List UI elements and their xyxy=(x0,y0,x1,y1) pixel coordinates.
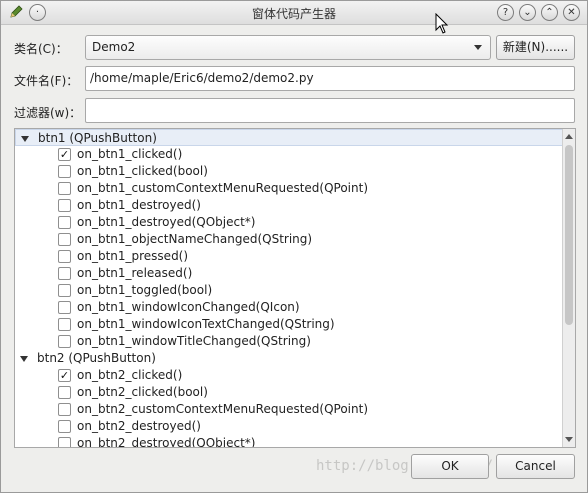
signal-item[interactable]: on_btn2_clicked(bool) xyxy=(15,384,563,401)
signal-item[interactable]: on_btn1_windowIconTextChanged(QString) xyxy=(15,316,563,333)
item-label: on_btn1_windowIconChanged(QIcon) xyxy=(77,300,300,314)
group-label: btn1 (QPushButton) xyxy=(38,131,157,145)
signal-item[interactable]: on_btn1_objectNameChanged(QString) xyxy=(15,231,563,248)
signal-item[interactable]: on_btn1_released() xyxy=(15,265,563,282)
signal-item[interactable]: on_btn1_clicked(bool) xyxy=(15,163,563,180)
group-label: btn2 (QPushButton) xyxy=(37,351,156,365)
item-label: on_btn1_customContextMenuRequested(QPoin… xyxy=(77,181,369,195)
item-label: on_btn1_windowIconTextChanged(QString) xyxy=(77,317,335,331)
dropdown-arrow-icon xyxy=(474,45,482,50)
signal-item[interactable]: on_btn2_destroyed() xyxy=(15,418,563,435)
item-checkbox[interactable] xyxy=(58,267,71,280)
item-checkbox[interactable] xyxy=(58,165,71,178)
file-name-label: 文件名(F)： xyxy=(14,74,79,88)
scroll-down-arrow-icon[interactable] xyxy=(565,437,573,442)
item-label: on_btn1_clicked(bool) xyxy=(77,164,208,178)
expand-triangle-icon[interactable] xyxy=(21,136,29,142)
item-checkbox[interactable] xyxy=(58,318,71,331)
item-label: on_btn2_customContextMenuRequested(QPoin… xyxy=(77,402,369,416)
item-checkbox[interactable] xyxy=(58,233,71,246)
signal-item[interactable]: on_btn1_destroyed(QObject*) xyxy=(15,214,563,231)
item-checkbox[interactable] xyxy=(58,284,71,297)
signal-item[interactable]: on_btn1_toggled(bool) xyxy=(15,282,563,299)
scroll-up-arrow-icon[interactable] xyxy=(565,134,573,139)
class-name-label: 类名(C)： xyxy=(14,42,68,56)
item-label: on_btn1_destroyed(QObject*) xyxy=(77,215,256,229)
file-name-value: /home/maple/Eric6/demo2/demo2.py xyxy=(90,71,314,85)
filter-label: 过滤器(w)： xyxy=(14,106,82,120)
item-label: on_btn1_objectNameChanged(QString) xyxy=(77,232,313,246)
question-icon: ? xyxy=(502,7,509,18)
item-label: on_btn2_clicked() xyxy=(77,368,183,382)
title-bar[interactable]: · 窗体代码产生器 ? ⌄ ⌃ ✕ xyxy=(1,1,587,25)
mouse-cursor-icon xyxy=(435,13,449,34)
expand-triangle-icon[interactable] xyxy=(20,356,28,362)
signal-tree[interactable]: btn1 (QPushButton) ✓ on_btn1_clicked() on… xyxy=(14,128,576,448)
item-checkbox[interactable] xyxy=(58,216,71,229)
minimize-button[interactable]: ⌄ xyxy=(519,4,536,21)
signal-item[interactable]: on_btn1_pressed() xyxy=(15,248,563,265)
code-generator-dialog: · 窗体代码产生器 ? ⌄ ⌃ ✕ 类名(C)： Demo2 新建(N)....… xyxy=(0,0,588,493)
item-checkbox[interactable]: ✓ xyxy=(58,148,71,161)
signal-item[interactable]: on_btn2_destroyed(QObject*) xyxy=(15,435,563,448)
tree-vertical-scrollbar[interactable] xyxy=(562,129,575,447)
item-label: on_btn1_windowTitleChanged(QString) xyxy=(77,334,311,348)
signal-item[interactable]: on_btn1_windowTitleChanged(QString) xyxy=(15,333,563,350)
ok-button[interactable]: OK xyxy=(411,454,489,479)
class-name-value: Demo2 xyxy=(92,40,136,54)
signal-item[interactable]: on_btn1_destroyed() xyxy=(15,197,563,214)
signal-item[interactable]: ✓ on_btn2_clicked() xyxy=(15,367,563,384)
item-checkbox[interactable] xyxy=(58,250,71,263)
item-label: on_btn1_released() xyxy=(77,266,193,280)
close-button[interactable]: ✕ xyxy=(563,4,580,21)
item-checkbox[interactable] xyxy=(58,420,71,433)
item-label: on_btn1_pressed() xyxy=(77,249,189,263)
item-checkbox[interactable] xyxy=(58,301,71,314)
signal-item[interactable]: on_btn1_customContextMenuRequested(QPoin… xyxy=(15,180,563,197)
file-name-field[interactable]: /home/maple/Eric6/demo2/demo2.py xyxy=(85,66,575,91)
signal-item[interactable]: on_btn2_customContextMenuRequested(QPoin… xyxy=(15,401,563,418)
filter-input[interactable] xyxy=(85,98,575,123)
item-label: on_btn2_destroyed(QObject*) xyxy=(77,436,256,448)
item-checkbox[interactable] xyxy=(58,386,71,399)
chevron-down-icon: ⌄ xyxy=(523,7,532,18)
new-class-button[interactable]: 新建(N)...... xyxy=(496,35,575,60)
item-label: on_btn2_destroyed() xyxy=(77,419,201,433)
signal-item[interactable]: on_btn1_windowIconChanged(QIcon) xyxy=(15,299,563,316)
signal-tree-rows: btn1 (QPushButton) ✓ on_btn1_clicked() on… xyxy=(15,129,563,448)
item-checkbox[interactable] xyxy=(58,199,71,212)
chevron-up-icon: ⌃ xyxy=(545,7,554,18)
item-checkbox[interactable] xyxy=(58,437,71,447)
close-icon: ✕ xyxy=(567,7,576,18)
help-button[interactable]: ? xyxy=(497,4,514,21)
item-label: on_btn1_destroyed() xyxy=(77,198,201,212)
item-checkbox[interactable]: ✓ xyxy=(58,369,71,382)
scrollbar-thumb[interactable] xyxy=(565,145,573,325)
item-label: on_btn1_toggled(bool) xyxy=(77,283,213,297)
signal-item[interactable]: ✓ on_btn1_clicked() xyxy=(15,146,563,163)
tree-group-btn2[interactable]: btn2 (QPushButton) xyxy=(15,350,563,367)
item-checkbox[interactable] xyxy=(58,335,71,348)
maximize-button[interactable]: ⌃ xyxy=(541,4,558,21)
item-checkbox[interactable] xyxy=(58,403,71,416)
item-checkbox[interactable] xyxy=(58,182,71,195)
tree-group-btn1[interactable]: btn1 (QPushButton) xyxy=(15,129,563,146)
item-label: on_btn2_clicked(bool) xyxy=(77,385,208,399)
cancel-button[interactable]: Cancel xyxy=(496,454,575,479)
class-name-combo[interactable]: Demo2 xyxy=(85,35,491,60)
item-label: on_btn1_clicked() xyxy=(77,147,183,161)
